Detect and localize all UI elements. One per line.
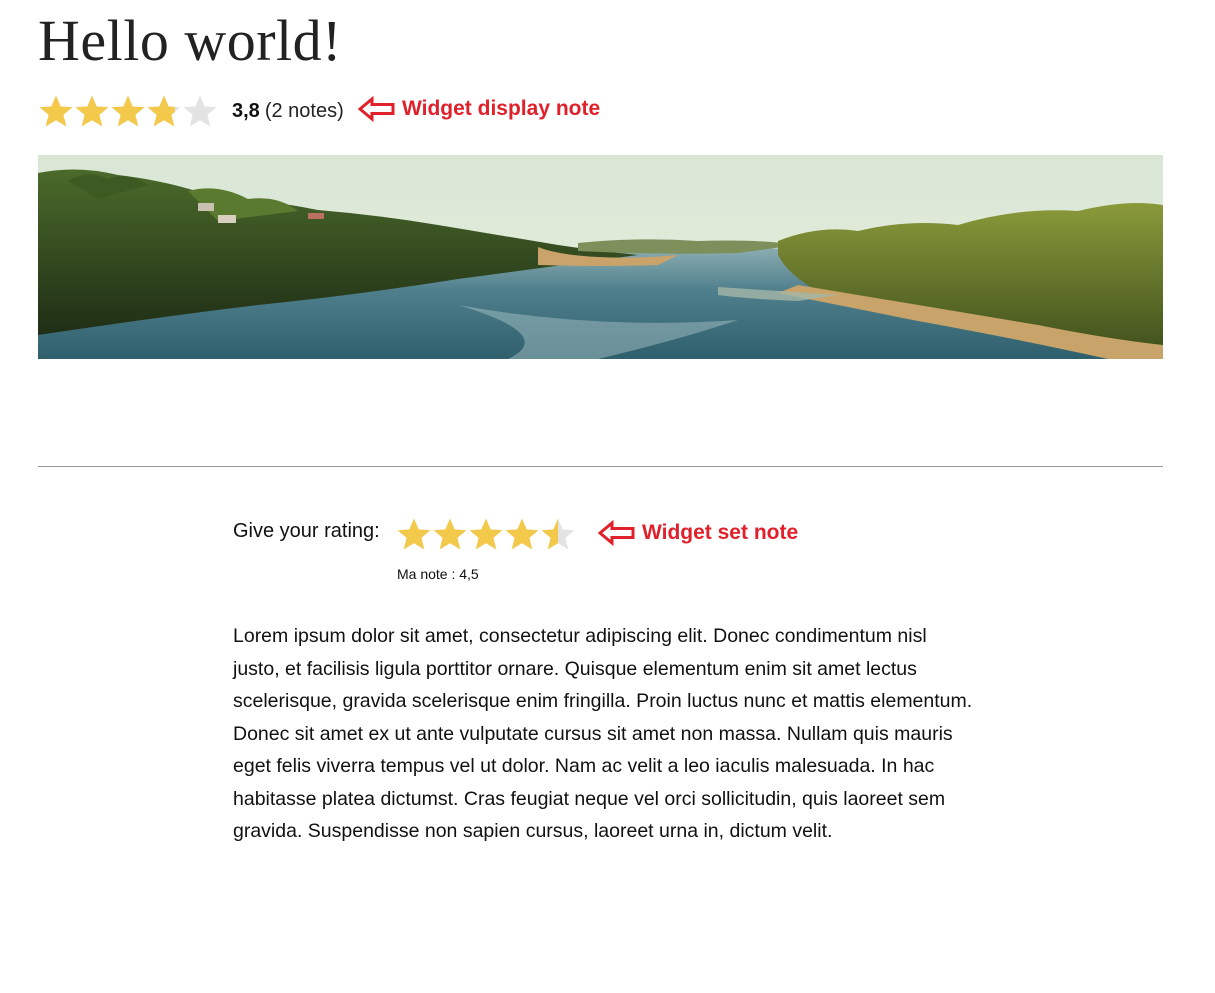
input-star-4-icon[interactable] [504, 516, 540, 552]
display-star-5-icon [183, 95, 217, 127]
rating-display-widget: 3,8 (2 notes) [38, 90, 344, 132]
display-star-row [38, 93, 218, 129]
annotation-set-label: Widget set note [642, 521, 799, 544]
rating-input-label: Give your rating: [233, 520, 380, 542]
arrow-left-icon [358, 96, 395, 122]
section-divider [38, 466, 1163, 467]
annotation-display-note: Widget display note [358, 96, 600, 122]
rating-count: (2 notes) [264, 99, 344, 122]
input-star-2-icon[interactable] [432, 516, 468, 552]
my-rating-note: Ma note : 4,5 [397, 566, 479, 582]
page-title: Hello world! [38, 8, 342, 73]
display-star-4-icon [147, 95, 181, 127]
annotation-display-label: Widget display note [402, 97, 601, 120]
river-landscape-image [38, 155, 1163, 359]
display-star-2-icon [75, 95, 109, 127]
article-body: Lorem ipsum dolor sit amet, consectetur … [233, 625, 973, 842]
annotation-set-note: Widget set note [598, 520, 798, 546]
rating-input-widget[interactable] [396, 516, 576, 552]
display-star-3-icon [111, 95, 145, 127]
arrow-left-icon [598, 520, 635, 546]
input-star-1-icon[interactable] [396, 516, 432, 552]
display-star-1-icon [39, 95, 73, 127]
input-star-5-icon[interactable] [540, 516, 576, 552]
average-rating: 3,8 [232, 99, 260, 122]
input-star-3-icon[interactable] [468, 516, 504, 552]
